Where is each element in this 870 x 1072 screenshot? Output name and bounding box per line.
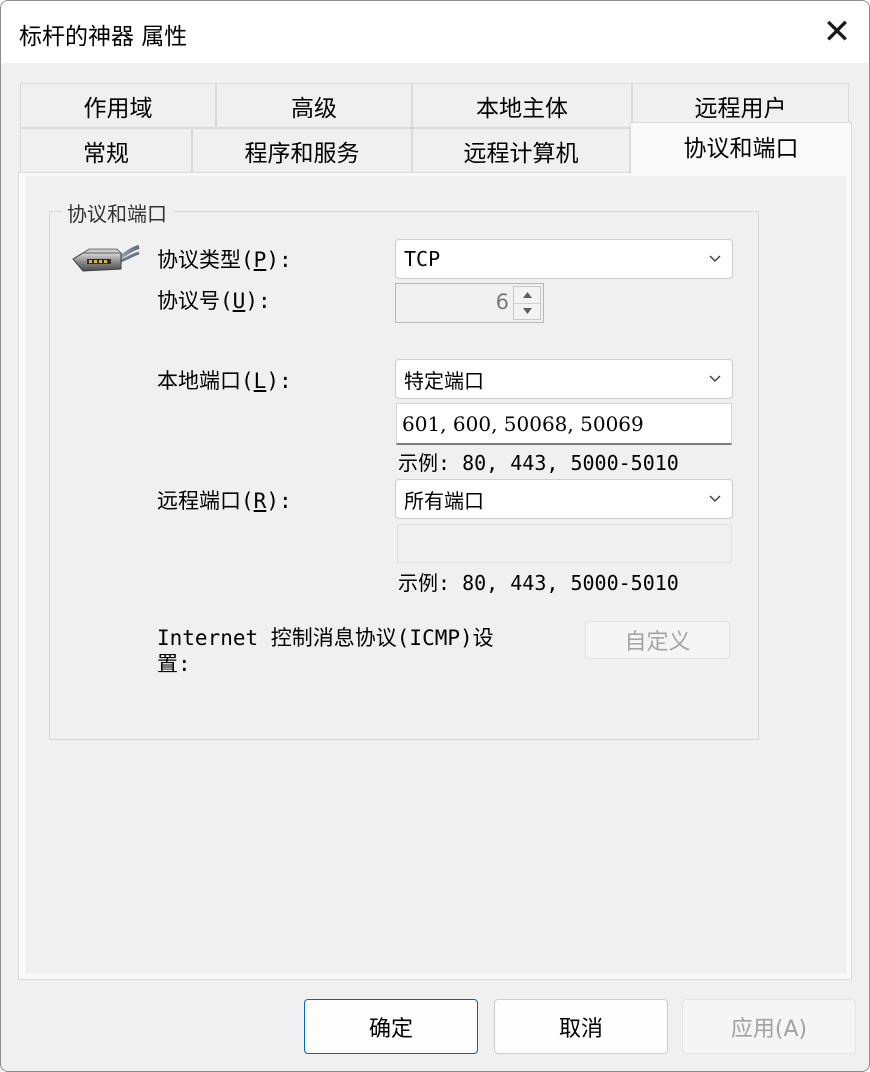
tab-label: 协议和端口	[683, 135, 799, 162]
icmp-settings-label: Internet 控制消息协议(ICMP)设 置:	[157, 626, 494, 676]
tab-label: 作用域	[83, 95, 153, 122]
chevron-down-icon	[709, 495, 721, 502]
remote-port-dropdown[interactable]: 所有端口	[395, 479, 733, 519]
chevron-down-icon	[709, 255, 721, 262]
tab-protocols-ports[interactable]: 协议和端口	[630, 122, 852, 174]
properties-dialog: 标杆的神器 属性 ✕ 作用域 高级 本地主体 远程用户 常规 程序和服务 远程计…	[0, 0, 870, 1072]
protocol-number-label: 协议号(U):	[157, 289, 271, 313]
tab-advanced[interactable]: 高级	[216, 83, 412, 128]
arrow-up-icon	[522, 292, 532, 298]
close-button[interactable]: ✕	[805, 1, 869, 63]
tab-general[interactable]: 常规	[20, 128, 192, 173]
tab-programs-services[interactable]: 程序和服务	[192, 128, 412, 173]
protocol-number-stepper[interactable]: 6	[395, 283, 544, 323]
tab-label: 本地主体	[476, 95, 568, 122]
protocol-type-label: 协议类型(P):	[157, 248, 292, 272]
tab-label: 远程用户	[694, 95, 787, 122]
remote-port-select-value: 所有端口	[404, 488, 484, 513]
remote-port-example: 示例: 80, 443, 5000-5010	[398, 571, 679, 595]
tab-label: 常规	[83, 140, 129, 167]
tab-local-principals[interactable]: 本地主体	[412, 83, 632, 128]
title-bar: 标杆的神器 属性 ✕	[1, 1, 869, 63]
tab-label: 高级	[291, 95, 337, 122]
stepper-buttons	[513, 286, 541, 320]
tab-label: 程序和服务	[244, 140, 360, 167]
customize-button[interactable]: 自定义	[585, 621, 730, 659]
cancel-button[interactable]: 取消	[494, 999, 668, 1054]
chevron-down-icon	[709, 375, 721, 382]
local-port-example: 示例: 80, 443, 5000-5010	[398, 451, 679, 475]
protocol-type-dropdown[interactable]: TCP	[395, 239, 733, 279]
local-port-label: 本地端口(L):	[157, 369, 292, 393]
remote-ports-input[interactable]	[397, 524, 732, 563]
local-ports-input[interactable]: 601, 600, 50068, 50069	[396, 403, 732, 445]
tab-remote-computers[interactable]: 远程计算机	[412, 128, 630, 173]
local-port-dropdown[interactable]: 特定端口	[395, 359, 733, 399]
apply-button[interactable]: 应用(A)	[682, 999, 856, 1054]
local-port-select-value: 特定端口	[404, 368, 484, 393]
remote-port-label: 远程端口(R):	[157, 489, 292, 513]
arrow-down-icon	[522, 308, 532, 314]
local-ports-value: 601, 600, 50068, 50069	[402, 411, 644, 436]
window-title: 标杆的神器 属性	[19, 24, 188, 50]
ok-button[interactable]: 确定	[304, 999, 478, 1054]
tab-label: 远程计算机	[463, 140, 579, 167]
stepper-up-button[interactable]	[514, 287, 540, 304]
network-plug-icon	[72, 245, 140, 272]
stepper-down-button[interactable]	[514, 303, 540, 319]
tab-scope[interactable]: 作用域	[20, 83, 216, 128]
protocol-number-value: 6	[495, 290, 509, 314]
group-title: 协议和端口	[61, 198, 173, 227]
protocol-type-value: TCP	[404, 247, 441, 271]
close-icon: ✕	[822, 12, 852, 52]
